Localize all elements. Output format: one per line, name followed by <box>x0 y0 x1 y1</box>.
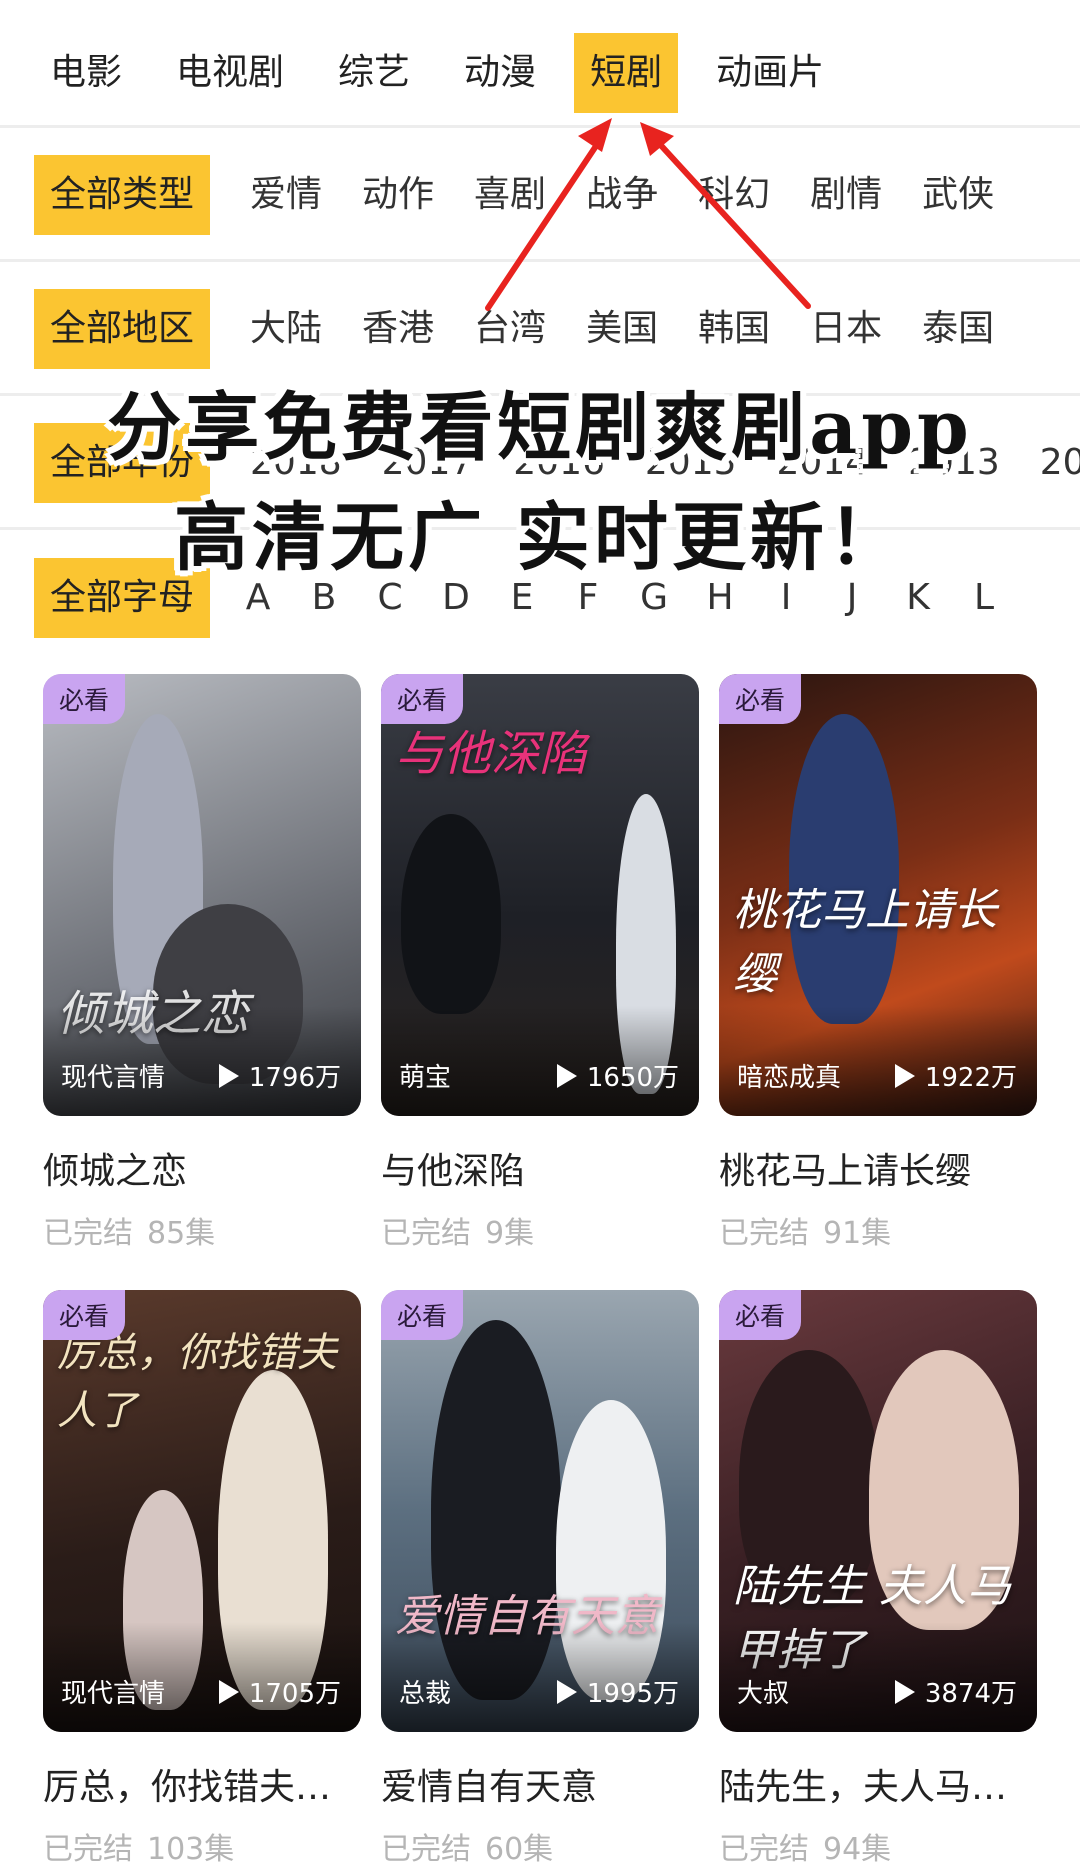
poster-image[interactable]: 陆先生 夫人马甲掉了 必看 大叔 3874万 <box>719 1290 1037 1732</box>
view-count-value: 3874万 <box>924 1679 1017 1709</box>
region-option[interactable]: 美国 <box>586 289 658 369</box>
genre-tag: 现代言情 <box>61 1063 166 1093</box>
completion-status: 已完结 <box>719 1216 809 1251</box>
tab-cartoon[interactable]: 动画片 <box>700 33 840 113</box>
must-watch-badge: 必看 <box>43 1290 126 1340</box>
drama-title[interactable]: 倾城之恋 <box>43 1142 361 1194</box>
region-options: 大陆 香港 台湾 美国 韩国 日本 泰国 <box>210 289 994 369</box>
genre-all-chip[interactable]: 全部类型 <box>34 154 211 235</box>
must-watch-badge: 必看 <box>719 674 802 724</box>
play-icon <box>556 1679 577 1704</box>
play-icon <box>894 1679 915 1704</box>
drama-card[interactable]: 陆先生 夫人马甲掉了 必看 大叔 3874万 陆先生，夫人马… 已完结 94集 <box>719 1290 1037 1872</box>
region-option[interactable]: 日本 <box>810 289 882 369</box>
drama-status: 已完结 60集 <box>381 1824 699 1868</box>
episode-count: 91集 <box>823 1216 892 1251</box>
region-all-chip[interactable]: 全部地区 <box>34 288 211 369</box>
genre-option[interactable]: 爱情 <box>250 155 322 235</box>
genre-option[interactable]: 动作 <box>362 155 434 235</box>
tab-tv-series[interactable]: 电视剧 <box>160 33 300 113</box>
view-count-value: 1922万 <box>924 1063 1017 1093</box>
drama-card[interactable]: 桃花马上请长缨 必看 暗恋成真 1922万 桃花马上请长缨 已完结 91集 <box>719 674 1037 1290</box>
drama-title[interactable]: 桃花马上请长缨 <box>719 1142 1037 1194</box>
poster-image[interactable]: 厉总，你找错夫人了 必看 现代言情 1705万 <box>43 1290 361 1732</box>
episode-count: 60集 <box>485 1832 554 1867</box>
tab-movie[interactable]: 电影 <box>34 33 138 113</box>
drama-title[interactable]: 与他深陷 <box>381 1142 699 1194</box>
view-count: 1705万 <box>218 1673 341 1710</box>
drama-title[interactable]: 爱情自有天意 <box>381 1758 699 1810</box>
play-icon <box>894 1063 915 1088</box>
genre-tag: 萌宝 <box>399 1063 452 1093</box>
drama-status: 已完结 85集 <box>43 1208 361 1252</box>
genre-option[interactable]: 科幻 <box>698 155 770 235</box>
episode-count: 103集 <box>147 1832 235 1867</box>
episode-count: 85集 <box>147 1216 216 1251</box>
tab-variety[interactable]: 综艺 <box>322 33 426 113</box>
genre-options: 爱情 动作 喜剧 战争 科幻 剧情 武侠 <box>210 155 994 235</box>
genre-tag: 暗恋成真 <box>737 1063 842 1093</box>
region-option[interactable]: 泰国 <box>922 289 994 369</box>
genre-filter-row: 全部类型 爱情 动作 喜剧 战争 科幻 剧情 武侠 <box>0 130 1080 262</box>
poster-image[interactable]: 爱情自有天意 必看 总裁 1995万 <box>381 1290 699 1732</box>
view-count-value: 1650万 <box>586 1063 679 1093</box>
must-watch-badge: 必看 <box>381 1290 464 1340</box>
must-watch-badge: 必看 <box>381 674 464 724</box>
episode-count: 9集 <box>485 1216 535 1251</box>
drama-card[interactable]: 厉总，你找错夫人了 必看 现代言情 1705万 厉总，你找错夫… 已完结 103集 <box>43 1290 361 1872</box>
poster-figure <box>401 814 501 1014</box>
view-count: 1650万 <box>556 1057 679 1094</box>
completion-status: 已完结 <box>43 1216 133 1251</box>
must-watch-badge: 必看 <box>719 1290 802 1340</box>
drama-card[interactable]: 爱情自有天意 必看 总裁 1995万 爱情自有天意 已完结 60集 <box>381 1290 699 1872</box>
poster-image[interactable]: 倾城之恋 必看 现代言情 1796万 <box>43 674 361 1116</box>
genre-option[interactable]: 喜剧 <box>474 155 546 235</box>
drama-status: 已完结 9集 <box>381 1208 699 1252</box>
drama-status: 已完结 91集 <box>719 1208 1037 1252</box>
drama-card[interactable]: 与他深陷 必看 萌宝 1650万 与他深陷 已完结 9集 <box>381 674 699 1290</box>
must-watch-badge: 必看 <box>43 674 126 724</box>
play-icon <box>218 1679 239 1704</box>
completion-status: 已完结 <box>381 1216 471 1251</box>
drama-title[interactable]: 陆先生，夫人马… <box>719 1758 1037 1810</box>
genre-option[interactable]: 剧情 <box>810 155 882 235</box>
poster-image[interactable]: 与他深陷 必看 萌宝 1650万 <box>381 674 699 1116</box>
view-count-value: 1705万 <box>248 1679 341 1709</box>
poster-image[interactable]: 桃花马上请长缨 必看 暗恋成真 1922万 <box>719 674 1037 1116</box>
genre-option[interactable]: 武侠 <box>922 155 994 235</box>
completion-status: 已完结 <box>719 1832 809 1867</box>
region-option[interactable]: 韩国 <box>698 289 770 369</box>
genre-option[interactable]: 战争 <box>586 155 658 235</box>
play-icon <box>556 1063 577 1088</box>
promo-headline: 分享免费看短剧爽剧app <box>107 385 973 471</box>
view-count: 1995万 <box>556 1673 679 1710</box>
view-count-value: 1796万 <box>248 1063 341 1093</box>
completion-status: 已完结 <box>381 1832 471 1867</box>
region-option[interactable]: 香港 <box>362 289 434 369</box>
tab-anime[interactable]: 动漫 <box>448 33 552 113</box>
view-count: 1922万 <box>894 1057 1017 1094</box>
region-option[interactable]: 大陆 <box>250 289 322 369</box>
poster-title-art: 桃花马上请长缨 <box>733 885 997 1000</box>
category-tab-bar: 电影 电视剧 综艺 动漫 短剧 动画片 <box>0 20 1080 128</box>
drama-status: 已完结 103集 <box>43 1824 361 1868</box>
drama-title[interactable]: 厉总，你找错夫… <box>43 1758 361 1810</box>
drama-grid: 倾城之恋 必看 现代言情 1796万 倾城之恋 已完结 85集 与他深陷 必看 萌… <box>43 674 1043 1872</box>
completion-status: 已完结 <box>43 1832 133 1867</box>
genre-tag: 总裁 <box>399 1679 452 1709</box>
poster-title-art: 与他深陷 <box>395 726 588 782</box>
drama-card[interactable]: 倾城之恋 必看 现代言情 1796万 倾城之恋 已完结 85集 <box>43 674 361 1290</box>
region-option[interactable]: 台湾 <box>474 289 546 369</box>
play-icon <box>218 1063 239 1088</box>
genre-tag: 现代言情 <box>61 1679 166 1709</box>
tab-short-drama[interactable]: 短剧 <box>574 32 679 113</box>
view-count: 3874万 <box>894 1673 1017 1710</box>
view-count-value: 1995万 <box>586 1679 679 1709</box>
promo-subheadline: 高清无广 实时更新！ <box>174 495 906 581</box>
episode-count: 94集 <box>823 1832 892 1867</box>
view-count: 1796万 <box>218 1057 341 1094</box>
genre-tag: 大叔 <box>737 1679 790 1709</box>
drama-status: 已完结 94集 <box>719 1824 1037 1868</box>
